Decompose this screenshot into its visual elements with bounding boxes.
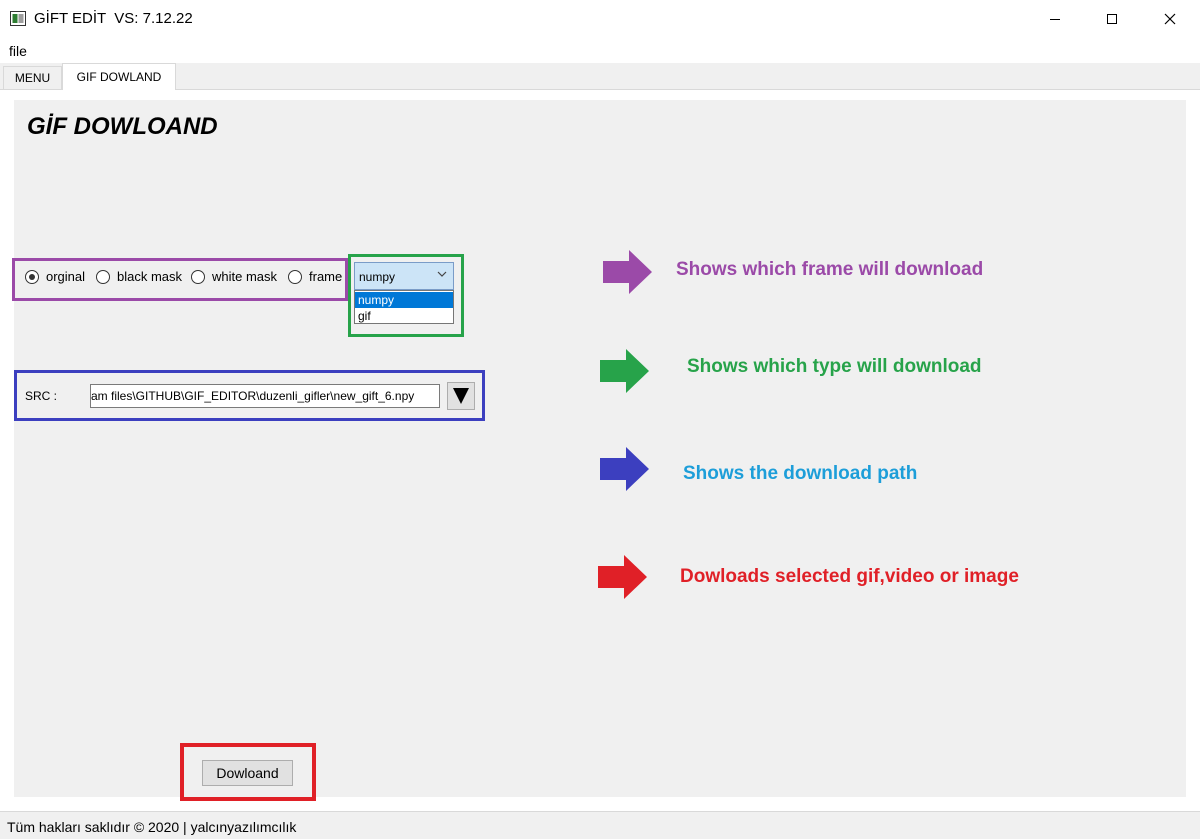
annotation-frame: Shows which frame will download [676, 259, 984, 280]
annotation-type: Shows which type will download [687, 356, 982, 377]
radio-circle [288, 269, 302, 284]
type-select-dropdown: numpy gif [354, 290, 454, 324]
annotation-path: Shows the download path [683, 463, 918, 484]
radio-frame[interactable]: frame [288, 269, 342, 284]
src-label: SRC : [25, 389, 58, 403]
type-select[interactable]: numpy [354, 262, 454, 290]
arrow-right-icon [598, 555, 647, 599]
triangle-down-icon [453, 388, 469, 404]
page-heading: GİF DOWLOAND [27, 113, 218, 140]
radio-circle [191, 269, 205, 284]
radio-circle [96, 269, 110, 284]
radio-black-mask[interactable]: black mask [96, 269, 182, 284]
arrow-right-icon [600, 447, 649, 491]
minimize-icon [1050, 19, 1060, 20]
option-numpy[interactable]: numpy [355, 292, 453, 308]
close-button[interactable] [1141, 0, 1199, 38]
radio-label: frame [309, 269, 343, 284]
radio-white-mask[interactable]: white mask [191, 269, 277, 284]
option-gif[interactable]: gif [355, 308, 453, 324]
window-title: GİFT EDİT VS: 7.12.22 [34, 10, 193, 27]
src-path-input[interactable]: am files\GITHUB\GIF_EDITOR\duzenli_gifle… [90, 384, 440, 408]
maximize-button[interactable] [1083, 0, 1141, 38]
maximize-icon [1107, 14, 1117, 24]
radio-circle [25, 269, 39, 284]
type-select-value: numpy [359, 270, 396, 284]
minimize-button[interactable] [1026, 0, 1084, 38]
download-button[interactable]: Dowloand [202, 760, 293, 786]
radio-label: black mask [117, 269, 183, 284]
radio-label: orginal [46, 269, 86, 284]
app-icon [10, 11, 26, 26]
status-bar: Tüm hakları saklıdır © 2020 | yalcınyazı… [0, 811, 1200, 839]
arrow-right-icon [600, 349, 649, 393]
status-text: Tüm hakları saklıdır © 2020 | yalcınyazı… [7, 819, 297, 835]
arrow-right-icon [603, 250, 652, 294]
chevron-down-icon [437, 269, 447, 282]
tab-gif-download[interactable]: GIF DOWLAND [62, 63, 176, 90]
close-icon [1164, 13, 1176, 25]
tab-menu[interactable]: MENU [3, 66, 62, 89]
radio-label: white mask [212, 269, 278, 284]
tab-strip [0, 63, 1200, 89]
menu-bar: file [0, 38, 1200, 63]
browse-button[interactable] [447, 382, 475, 410]
menu-file[interactable]: file [9, 43, 27, 59]
radio-orginal[interactable]: orginal [25, 269, 85, 284]
src-path-value: am files\GITHUB\GIF_EDITOR\duzenli_gifle… [91, 389, 415, 403]
annotation-download: Dowloads selected gif,video or image [680, 566, 1019, 587]
